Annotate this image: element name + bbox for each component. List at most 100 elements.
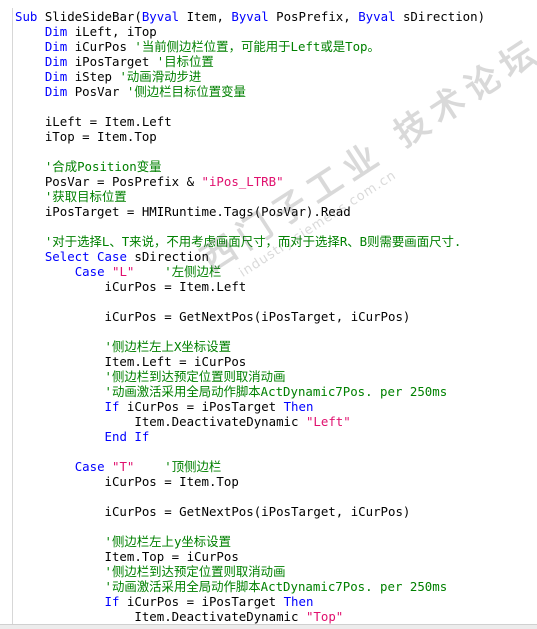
code-token: SlideSideBar( <box>44 9 142 24</box>
code-token: iPosTarget <box>67 54 157 69</box>
code-line: End If <box>15 429 485 444</box>
code-line: If iCurPos = iPosTarget Then <box>15 594 485 609</box>
code-token: sDirection) <box>395 9 486 24</box>
code-line: '侧边栏到达预定位置则取消动画 <box>15 369 485 384</box>
code-token: Dim <box>44 39 68 54</box>
code-editor[interactable]: Sub SlideSideBar(Byval Item, Byval PosPr… <box>0 0 537 629</box>
code-line: '侧边栏左上X坐标设置 <box>15 339 485 354</box>
code-token: Byval <box>141 9 180 24</box>
code-line: '对于选择L、T来说，不用考虑画面尺寸，而对于选择R、B则需要画面尺寸. <box>15 234 485 249</box>
code-token: "T" <box>112 459 135 474</box>
code-token: Sub <box>15 9 45 24</box>
code-token: Byval <box>231 9 269 24</box>
code-token: Dim <box>44 84 68 99</box>
code-line: '合成Position变量 <box>15 159 485 174</box>
code-token: '左侧边栏 <box>164 264 222 279</box>
code-token: '动画激活采用全局动作脚本ActDynamic7Pos. per 250ms <box>104 384 448 399</box>
code-token: PosPrefix, <box>268 9 359 24</box>
code-line: iCurPos = Item.Left <box>15 279 485 294</box>
indent-guide <box>12 8 13 629</box>
code-line: Item.DeactivateDynamic "Top" <box>15 609 485 624</box>
code-token: iLeft, iTop <box>67 24 157 39</box>
code-token: iLeft = Item.Left <box>15 114 172 129</box>
code-line: Dim iCurPos '当前侧边栏位置，可能用于Left或是Top。 <box>15 39 485 54</box>
code-token: Dim <box>44 69 68 84</box>
code-token: sDirection <box>126 249 209 264</box>
code-line: '侧边栏到达预定位置则取消动画 <box>15 564 485 579</box>
code-token: Case <box>74 264 105 279</box>
code-token: If <box>104 594 120 609</box>
code-token: '当前侧边栏位置，可能用于Left或是Top。 <box>134 39 380 54</box>
code-token: iStep <box>67 69 120 84</box>
code-token: Item.Left = iCurPos <box>15 354 247 369</box>
code-line: Select Case sDirection <box>15 249 485 264</box>
code-token: PosVar = PosPrefix & <box>15 174 202 189</box>
code-token: Then <box>283 399 314 414</box>
horizontal-scrollbar[interactable] <box>0 624 537 629</box>
code-token: '动画滑动步进 <box>119 69 202 84</box>
code-token: iPosTarget = HMIRuntime.Tags(PosVar).Rea… <box>15 204 351 219</box>
code-token: "Top" <box>305 609 344 624</box>
code-token: '合成Position变量 <box>44 159 162 174</box>
code-token: iCurPos = Item.Top <box>15 474 239 489</box>
code-line: Case "T" '顶侧边栏 <box>15 459 485 474</box>
code-line: Dim iStep '动画滑动步进 <box>15 69 485 84</box>
code-line: Dim iPosTarget '目标位置 <box>15 54 485 69</box>
code-line: Dim PosVar '侧边栏目标位置变量 <box>15 84 485 99</box>
code-text[interactable]: Sub SlideSideBar(Byval Item, Byval PosPr… <box>15 9 485 624</box>
code-token: '获取目标位置 <box>44 189 127 204</box>
code-token: "L" <box>112 264 135 279</box>
code-token: '顶侧边栏 <box>164 459 222 474</box>
code-token: Dim <box>44 24 68 39</box>
code-line: Item.DeactivateDynamic "Left" <box>15 414 485 429</box>
code-line: iCurPos = GetNextPos(iPosTarget, iCurPos… <box>15 309 485 324</box>
code-line: Dim iLeft, iTop <box>15 24 485 39</box>
code-line: iCurPos = Item.Top <box>15 474 485 489</box>
code-token: iCurPos = iPosTarget <box>119 399 284 414</box>
code-token: Dim <box>44 54 68 69</box>
code-line: Item.Top = iCurPos <box>15 549 485 564</box>
code-token: iTop = Item.Top <box>15 129 157 144</box>
code-token: '侧边栏目标位置变量 <box>126 84 246 99</box>
code-token: Item.Top = iCurPos <box>15 549 239 564</box>
code-token: "iPos_LTRB" <box>201 174 284 189</box>
code-token: '动画激活采用全局动作脚本ActDynamic7Pos. per 250ms <box>104 579 448 594</box>
code-line: '侧边栏左上y坐标设置 <box>15 534 485 549</box>
code-token: PosVar <box>67 84 127 99</box>
code-token: iCurPos <box>67 39 135 54</box>
code-token: Item, <box>179 9 232 24</box>
code-token: Then <box>283 594 314 609</box>
code-token: '对于选择L、T来说，不用考虑画面尺寸，而对于选择R、B则需要画面尺寸. <box>44 234 462 249</box>
code-line: Item.Left = iCurPos <box>15 354 485 369</box>
code-token: '目标位置 <box>156 54 214 69</box>
code-line: '动画激活采用全局动作脚本ActDynamic7Pos. per 250ms <box>15 384 485 399</box>
code-token: Item.DeactivateDynamic <box>15 414 306 429</box>
code-token: Byval <box>358 9 396 24</box>
code-line: If iCurPos = iPosTarget Then <box>15 399 485 414</box>
code-line: iCurPos = GetNextPos(iPosTarget, iCurPos… <box>15 504 485 519</box>
code-token: iCurPos = GetNextPos(iPosTarget, iCurPos… <box>15 309 411 324</box>
code-token: '侧边栏到达预定位置则取消动画 <box>104 564 286 579</box>
